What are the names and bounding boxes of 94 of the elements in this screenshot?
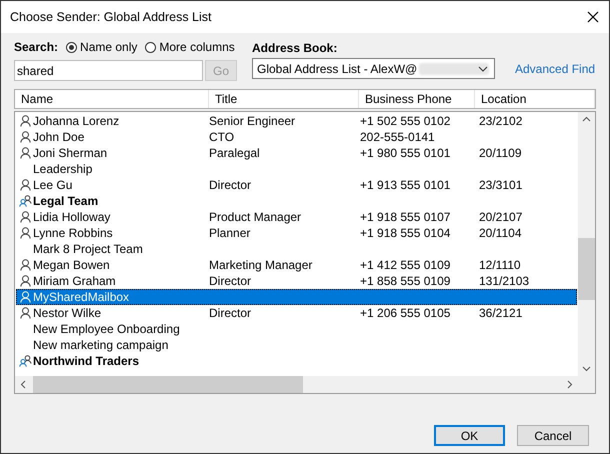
title-cell-text: Director <box>209 178 252 192</box>
location-cell-text: 36/2121 <box>479 306 524 320</box>
scroll-right-icon[interactable] <box>567 380 573 389</box>
person-icon <box>19 147 32 159</box>
person-icon <box>19 275 32 287</box>
radio-option[interactable]: More columns <box>145 40 235 54</box>
table-row[interactable]: New marketing campaign <box>16 337 577 353</box>
phone-cell-text: +1 918 555 0104 <box>360 226 452 240</box>
column-header[interactable]: Name <box>15 90 209 108</box>
phone-cell-text: 202-555-0141 <box>360 130 436 144</box>
person-icon <box>19 115 32 127</box>
location-cell-text: 20/1104 <box>479 226 522 240</box>
contact-name: Lidia Holloway <box>33 210 110 224</box>
horizontal-scrollbar[interactable] <box>15 376 595 393</box>
title-cell-text: Planner <box>209 226 252 240</box>
person-icon <box>19 259 32 271</box>
title-cell-text: Senior Engineer <box>209 114 296 128</box>
contact-name: Legal Team <box>33 194 98 208</box>
phone-cell-text: +1 206 555 0105 <box>360 306 452 320</box>
chevron-down-icon <box>478 66 488 72</box>
person-icon <box>19 227 32 239</box>
table-row[interactable]: Northwind Traders <box>16 353 577 369</box>
table-row[interactable]: Leadership <box>16 161 577 177</box>
contact-name: MySharedMailbox <box>33 290 130 304</box>
column-header[interactable]: Location <box>475 90 595 108</box>
title-cell-text: Director <box>209 274 252 288</box>
radio-option[interactable]: Name only <box>66 40 138 54</box>
window-title: Choose Sender: Global Address List <box>10 10 212 24</box>
phone-cell-text: +1 858 555 0109 <box>360 274 452 288</box>
contact-name: John Doe <box>33 130 84 144</box>
location-cell-text: 20/2107 <box>479 210 524 224</box>
person-icon <box>19 291 32 303</box>
table-row[interactable]: Joni Sherman Paralegal +1 980 555 0101 20/1109 <box>16 145 577 161</box>
table-row[interactable]: New Employee Onboarding <box>16 321 577 337</box>
table-row[interactable]: Mark 8 Project Team <box>16 241 577 257</box>
table-row[interactable]: Johanna Lorenz Senior Engineer +1 502 555 0102 23/2102 <box>16 113 577 129</box>
scroll-up-icon[interactable] <box>582 116 591 122</box>
table-row[interactable]: MySharedMailbox <box>16 289 577 305</box>
table-row[interactable]: Miriam Graham Director +1 858 555 0109 131/2103 <box>16 273 577 289</box>
title-cell-text: Director <box>209 306 252 320</box>
location-cell-text: 20/1109 <box>479 146 522 160</box>
address-book-label: Address Book: <box>252 41 338 55</box>
contact-name: Johanna Lorenz <box>33 114 120 128</box>
vertical-scrollbar[interactable] <box>578 112 595 376</box>
title-cell-text: CTO <box>209 130 236 144</box>
people-icon <box>19 355 32 367</box>
scroll-down-icon[interactable] <box>582 366 591 372</box>
scroll-thumb[interactable] <box>33 376 303 393</box>
contact-name: Miriam Graham <box>33 274 116 288</box>
contact-name: Lee Gu <box>33 178 72 192</box>
contact-name: Lynne Robbins <box>33 226 113 240</box>
phone-cell-text: +1 412 555 0109 <box>360 258 452 272</box>
contact-name: Northwind Traders <box>33 354 140 368</box>
person-icon <box>19 131 32 143</box>
phone-cell-text: +1 913 555 0101 <box>360 178 452 192</box>
column-header[interactable]: Business Phone <box>359 90 475 108</box>
title-cell-text: Product Manager <box>209 210 302 224</box>
advanced-find-link[interactable]: Advanced Find <box>515 62 596 76</box>
table-row[interactable]: Lee Gu Director +1 913 555 0101 23/3101 <box>16 177 577 193</box>
contact-name: Nestor Wilke <box>33 306 102 320</box>
contact-name: Leadership <box>33 162 92 176</box>
location-cell-text: 23/3101 <box>479 178 524 192</box>
close-icon[interactable] <box>587 11 599 23</box>
phone-cell-text: +1 502 555 0102 <box>360 114 452 128</box>
contact-name: New marketing campaign <box>33 338 168 352</box>
person-icon <box>19 179 32 191</box>
person-icon <box>19 307 32 319</box>
phone-cell-text: +1 918 555 0107 <box>360 210 452 224</box>
ok-button[interactable]: OK <box>434 425 505 446</box>
address-book-dropdown[interactable]: Global Address List - AlexW@ <box>252 58 495 79</box>
contact-name: Joni Sherman <box>33 146 108 160</box>
table-row[interactable]: Lidia Holloway Product Manager +1 918 555 0107 20/2107 <box>16 209 577 225</box>
contact-name: Mark 8 Project Team <box>33 242 143 256</box>
location-cell-text: 131/2103 <box>479 274 530 288</box>
table-row[interactable]: Nestor Wilke Director +1 206 555 0105 36/2121 <box>16 305 577 321</box>
table-row[interactable]: Lynne Robbins Planner +1 918 555 0104 20/1104 <box>16 225 577 241</box>
cancel-button[interactable]: Cancel <box>517 425 589 446</box>
contact-name: New Employee Onboarding <box>33 322 180 336</box>
title-cell-text: Paralegal <box>209 146 261 160</box>
table-row[interactable]: Legal Team <box>16 193 577 209</box>
table-row[interactable]: Megan Bowen Marketing Manager +1 412 555 0109 12/1110 <box>16 257 577 273</box>
contact-name: Megan Bowen <box>33 258 110 272</box>
scroll-left-icon[interactable] <box>20 380 26 389</box>
column-header[interactable]: Title <box>209 90 359 108</box>
title-cell-text: Marketing Manager <box>209 258 314 272</box>
person-icon <box>19 211 32 223</box>
location-cell-text: 23/2102 <box>479 114 524 128</box>
location-cell-text: 12/1110 <box>479 258 522 272</box>
scroll-thumb[interactable] <box>578 238 595 300</box>
table-row[interactable]: John Doe CTO 202-555-0141 <box>16 129 577 145</box>
search-field[interactable]: shared <box>14 60 203 81</box>
phone-cell-text: +1 980 555 0101 <box>360 146 452 160</box>
search-label: Search: <box>14 40 58 54</box>
people-icon <box>19 195 32 207</box>
